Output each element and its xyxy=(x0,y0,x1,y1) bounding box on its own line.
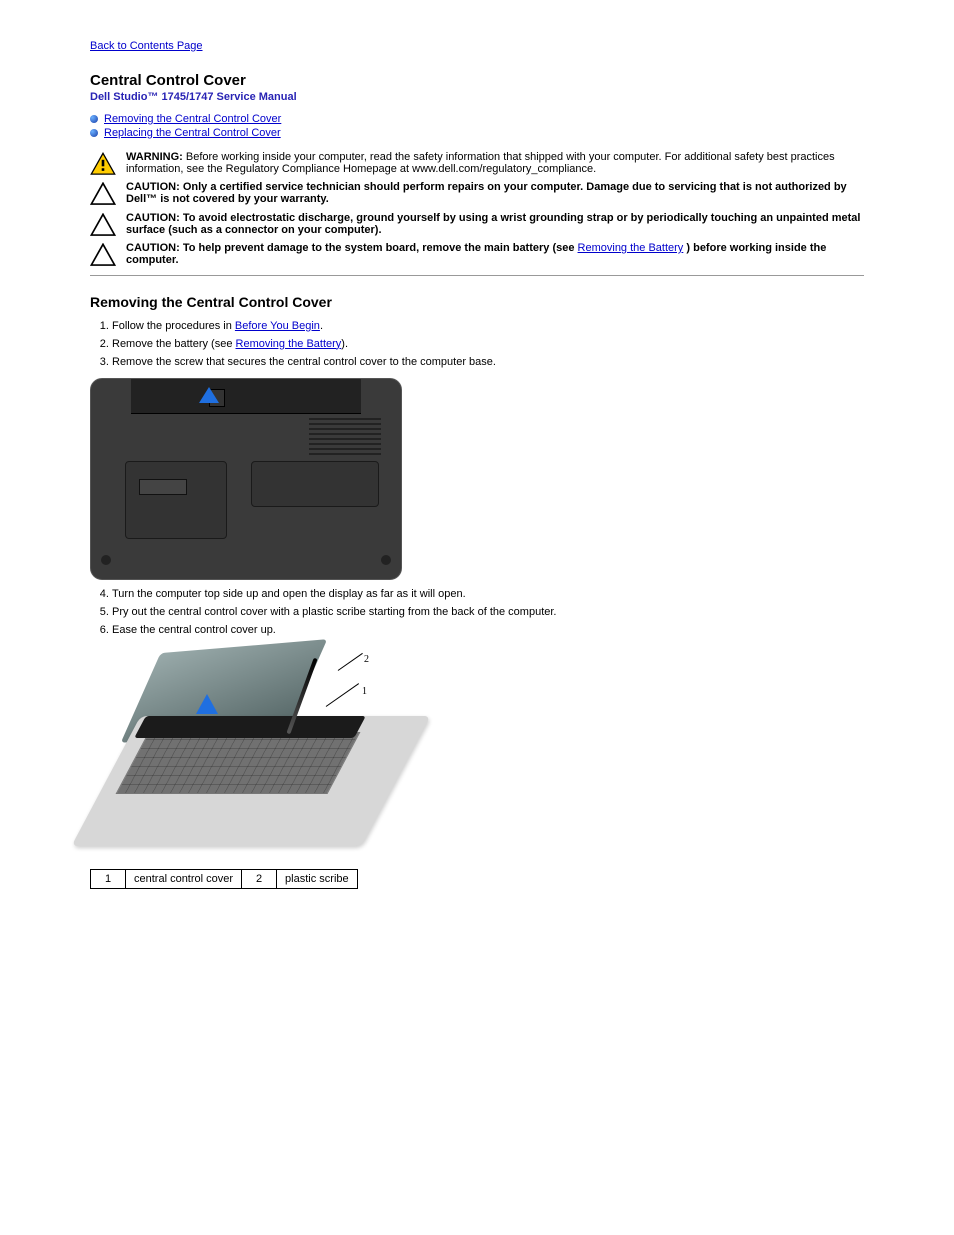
step-text-pre: Remove the battery (see xyxy=(112,338,236,350)
page-title: Central Control Cover xyxy=(90,72,864,89)
caution-label: CAUTION: xyxy=(126,181,180,193)
step-item: Remove the battery (see Removing the Bat… xyxy=(112,338,864,350)
toc-item: Replacing the Central Control Cover xyxy=(90,127,864,139)
caution-icon xyxy=(90,212,116,236)
step-text: Remove the screw that secures the centra… xyxy=(112,356,496,368)
bullet-icon xyxy=(90,129,98,137)
figure-top-view: 1 2 xyxy=(90,646,864,861)
callout-label: central control cover xyxy=(126,869,242,888)
caution-icon xyxy=(90,181,116,205)
warning-row: WARNING: Before working inside your comp… xyxy=(90,151,864,175)
caution-row: CAUTION: To avoid electrostatic discharg… xyxy=(90,212,864,236)
back-to-contents-link[interactable]: Back to Contents Page xyxy=(90,40,203,52)
removing-battery-link[interactable]: Removing the Battery xyxy=(236,338,342,350)
toc-link-replace[interactable]: Replacing the Central Control Cover xyxy=(104,127,281,139)
caution-row: CAUTION: Only a certified service techni… xyxy=(90,181,864,205)
step-text-pre: Follow the procedures in xyxy=(112,320,235,332)
caution-label: CAUTION: xyxy=(126,212,180,224)
caution-label: CAUTION: xyxy=(126,242,180,254)
before-you-begin-link[interactable]: Before You Begin xyxy=(235,320,320,332)
toc-item: Removing the Central Control Cover xyxy=(90,113,864,125)
laptop-top-illustration: 1 2 xyxy=(90,646,400,861)
step-item: Ease the central control cover up. xyxy=(112,624,864,636)
callout-num: 1 xyxy=(91,869,126,888)
steps-list-2: Turn the computer top side up and open t… xyxy=(112,588,864,636)
callout-table: 1 central control cover 2 plastic scribe xyxy=(90,869,358,889)
caution-text: CAUTION: To help prevent damage to the s… xyxy=(116,242,864,266)
doc-title: Dell Studio™ 1745/1747 Service Manual xyxy=(90,91,864,103)
step-text: Pry out the central control cover with a… xyxy=(112,606,556,618)
caution-body: To avoid electrostatic discharge, ground… xyxy=(126,212,860,236)
section-title: Removing the Central Control Cover xyxy=(90,294,864,310)
step-text: Turn the computer top side up and open t… xyxy=(112,588,466,600)
step-text-post: . xyxy=(320,320,323,332)
warning-label: WARNING: xyxy=(126,151,183,163)
warning-text: WARNING: Before working inside your comp… xyxy=(116,151,864,175)
toc-link-remove[interactable]: Removing the Central Control Cover xyxy=(104,113,281,125)
caution-icon xyxy=(90,242,116,266)
step-item: Pry out the central control cover with a… xyxy=(112,606,864,618)
caution-body-a: To help prevent damage to the system boa… xyxy=(183,242,578,254)
step-item: Follow the procedures in Before You Begi… xyxy=(112,320,864,332)
figure-bottom-view xyxy=(90,378,864,580)
caution-row: CAUTION: To help prevent damage to the s… xyxy=(90,242,864,266)
step-item: Turn the computer top side up and open t… xyxy=(112,588,864,600)
steps-list-1: Follow the procedures in Before You Begi… xyxy=(112,320,864,368)
caution-text: CAUTION: Only a certified service techni… xyxy=(116,181,864,205)
warning-icon xyxy=(90,151,116,175)
toc-list: Removing the Central Control Cover Repla… xyxy=(90,113,864,139)
caution-body-b: is not covered by your warranty. xyxy=(160,193,329,205)
step-text-post: ). xyxy=(341,338,348,350)
callout-label: plastic scribe xyxy=(277,869,358,888)
removing-battery-link[interactable]: Removing the Battery xyxy=(578,242,684,254)
table-row: 1 central control cover 2 plastic scribe xyxy=(91,869,358,888)
callout-number-1: 1 xyxy=(362,686,367,697)
divider xyxy=(90,275,864,276)
bullet-icon xyxy=(90,115,98,123)
callout-number-2: 2 xyxy=(364,654,369,665)
warning-body: Before working inside your computer, rea… xyxy=(126,151,835,175)
caution-text: CAUTION: To avoid electrostatic discharg… xyxy=(116,212,864,236)
laptop-bottom-illustration xyxy=(90,378,402,580)
arrow-up-icon xyxy=(196,694,218,714)
step-text: Ease the central control cover up. xyxy=(112,624,276,636)
callout-num: 2 xyxy=(242,869,277,888)
back-link-row: Back to Contents Page xyxy=(90,40,864,52)
arrow-up-icon xyxy=(199,387,219,403)
step-item: Remove the screw that secures the centra… xyxy=(112,356,864,368)
